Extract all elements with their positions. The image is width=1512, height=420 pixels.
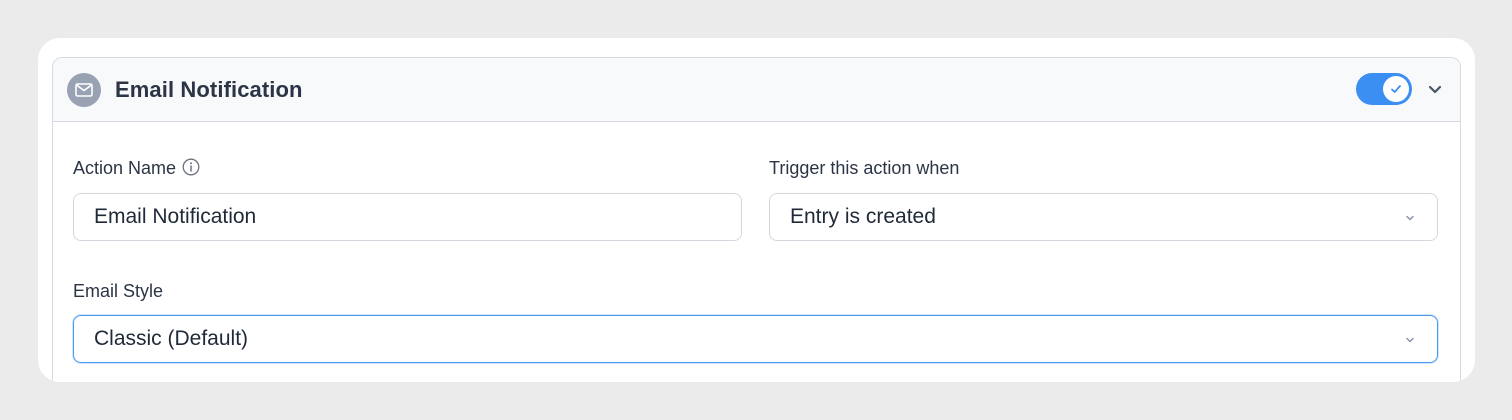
action-name-label: Action Name [73, 158, 200, 181]
email-style-label: Email Style [73, 281, 164, 301]
action-card: Email Notification Action Name Email Not… [38, 38, 1475, 382]
chevron-down-icon [1406, 337, 1414, 343]
info-icon[interactable] [182, 158, 200, 181]
trigger-select-value: Entry is created [790, 205, 936, 228]
chevron-down-icon [1406, 215, 1414, 221]
action-name-input[interactable]: Email Notification [73, 193, 742, 241]
check-icon [1383, 76, 1409, 102]
trigger-label: Trigger this action when [769, 158, 960, 178]
enable-toggle[interactable] [1356, 73, 1412, 105]
chevron-down-icon[interactable] [1424, 78, 1446, 100]
email-notification-panel: Email Notification Action Name Email Not… [52, 57, 1461, 382]
action-name-label-text: Action Name [73, 158, 177, 178]
panel-title: Email Notification [115, 77, 303, 102]
email-style-select-value: Classic (Default) [94, 327, 249, 350]
envelope-icon [67, 73, 101, 107]
email-style-select[interactable]: Classic (Default) [73, 315, 1438, 363]
trigger-select[interactable]: Entry is created [769, 193, 1438, 241]
panel-header[interactable]: Email Notification [53, 58, 1460, 122]
